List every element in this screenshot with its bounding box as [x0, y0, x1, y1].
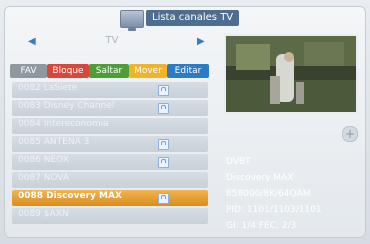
channel-row-selected[interactable]: 0088 Discovery MAX — [12, 190, 208, 206]
preview-panel: + DVBT Discovery MAX 858000/8K/64QAM PID… — [224, 34, 360, 232]
info-system: DVBT — [226, 157, 251, 167]
channel-name: 0082 LaSiete — [18, 83, 78, 93]
channel-row[interactable]: 0089 $AXN — [12, 208, 208, 224]
next-list-icon[interactable]: ▶ — [197, 36, 205, 47]
channel-row[interactable]: 0082 LaSiete — [12, 82, 208, 98]
tab-mover[interactable]: Mover — [129, 64, 167, 78]
channel-name: 0085 ANTENA 3 — [18, 137, 90, 147]
function-tabs: FAV Bloque Saltar Mover Editar — [10, 64, 216, 78]
title-bar: Lista canales TV — [4, 6, 366, 31]
channel-row[interactable]: 0084 Intereconomia — [12, 118, 208, 134]
lock-icon — [158, 103, 169, 114]
channel-name: 0086 NEOX — [18, 155, 69, 165]
channel-info: DVBT Discovery MAX 858000/8K/64QAM PID: … — [226, 154, 360, 234]
list-type-label: TV — [105, 35, 119, 46]
channel-row[interactable]: 0085 ANTENA 3 — [12, 136, 208, 152]
tab-editar[interactable]: Editar — [167, 64, 209, 78]
tab-saltar[interactable]: Saltar — [89, 64, 129, 78]
info-gi-fec: GI: 1/4 FEC: 2/3 — [226, 221, 297, 231]
tv-icon — [120, 10, 144, 31]
info-channel: Discovery MAX — [226, 173, 294, 183]
lock-icon — [158, 85, 169, 96]
channel-panel: ◀ TV ▶ FAV Bloque Saltar Mover Editar 00… — [10, 34, 216, 232]
screen: Lista canales TV ◀ TV ▶ FAV Bloque Salta… — [0, 0, 370, 244]
zoom-plus-icon[interactable]: + — [342, 126, 358, 142]
lock-icon — [158, 157, 169, 168]
channel-name: 0084 Intereconomia — [18, 119, 109, 129]
channel-name: 0083 Disney Channel — [18, 101, 115, 111]
channel-name: 0087 NOVA — [18, 173, 70, 183]
tab-fav[interactable]: FAV — [10, 64, 47, 78]
list-selector: ◀ TV ▶ — [10, 34, 216, 48]
info-pid: PID: 1101/1103/1101 — [226, 205, 322, 215]
channel-row[interactable]: 0087 NOVA — [12, 172, 208, 188]
tab-bloque[interactable]: Bloque — [47, 64, 89, 78]
lock-icon — [158, 139, 169, 150]
video-preview — [224, 34, 358, 114]
channel-row[interactable]: 0086 NEOX — [12, 154, 208, 170]
lock-icon — [158, 193, 169, 204]
window-title: Lista canales TV — [146, 10, 240, 26]
info-params: 858000/8K/64QAM — [226, 189, 311, 199]
channel-name: 0089 $AXN — [18, 209, 69, 219]
channel-name: 0088 Discovery MAX — [18, 191, 122, 201]
prev-list-icon[interactable]: ◀ — [28, 36, 36, 47]
channel-row[interactable]: 0083 Disney Channel — [12, 100, 208, 116]
channel-list: 0082 LaSiete 0083 Disney Channel 0084 In… — [12, 82, 212, 226]
